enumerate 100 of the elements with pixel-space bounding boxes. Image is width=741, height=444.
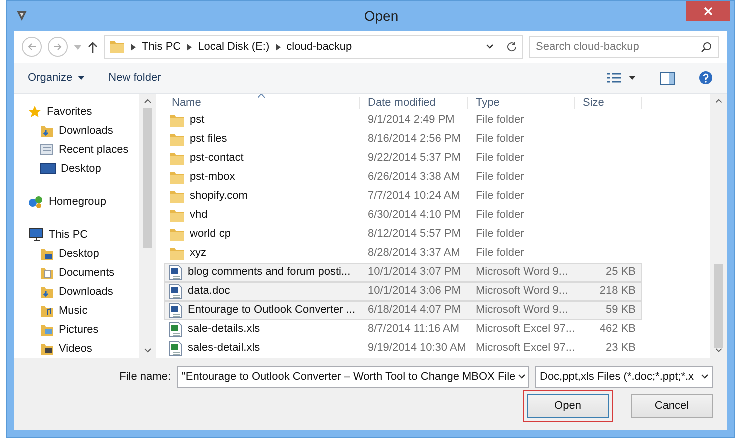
file-size-cell-text: 462 KB	[598, 322, 637, 337]
music-folder-icon	[40, 304, 54, 318]
breadcrumb[interactable]: Local Disk (E:)	[198, 41, 270, 53]
date-modified-cell-text: 8/28/2014 3:37 AM	[367, 246, 462, 261]
file-name: sales-detail.xls	[165, 340, 361, 357]
scrollbar[interactable]	[139, 94, 156, 358]
file-size-cell-text: 218 KB	[598, 284, 637, 299]
scrollbar[interactable]	[710, 94, 727, 358]
nav-item[interactable]: This PC	[28, 225, 139, 244]
document-file-icon	[169, 284, 183, 300]
file-row[interactable]: world cp 8/12/2014 5:57 PM File folder	[164, 225, 642, 244]
close-icon	[704, 6, 712, 16]
file-type-cell-text: File folder	[475, 170, 526, 185]
file-name-field[interactable]: "Entourage to Outlook Converter – Worth Tool to Change MBOX File	[177, 366, 529, 388]
nav-item[interactable]: Music	[28, 301, 139, 320]
file-type-cell-text: Microsoft Excel 97...	[475, 341, 576, 356]
file-name: xyz	[165, 245, 361, 262]
nav-item[interactable]: Homegroup	[28, 192, 139, 211]
scrollbar-thumb[interactable]	[143, 108, 152, 248]
caret-icon	[78, 76, 85, 80]
caret-icon	[74, 44, 82, 50]
document-file-icon	[169, 264, 183, 280]
refresh-icon[interactable]	[506, 41, 518, 53]
nav-item[interactable]: Downloads	[28, 282, 139, 301]
date-modified-cell-text: 6/30/2014 4:10 PM	[367, 208, 462, 223]
date-modified-cell-text: 10/1/2014 3:06 PM	[367, 284, 462, 299]
date-modified-cell-text: 7/7/2014 10:24 AM	[367, 189, 462, 204]
file-row[interactable]: sales-detail.xls 9/19/2014 10:30 AM Microsoft Excel 97... 23 KB	[164, 339, 642, 358]
scroll-up-icon[interactable]	[144, 98, 152, 104]
caret-icon	[629, 76, 636, 80]
scrollbar-thumb[interactable]	[714, 264, 723, 348]
date-modified-cell-text: 6/26/2014 3:38 AM	[367, 170, 462, 185]
chevron-down-icon	[701, 374, 709, 380]
date-modified-cell-text: 8/12/2014 5:57 PM	[367, 227, 462, 242]
file-row[interactable]: data.doc 10/1/2014 3:06 PM Microsoft Word 9... 218 KB	[164, 282, 642, 301]
file-type-cell-text: Microsoft Excel 97...	[475, 322, 576, 337]
preview-pane-icon	[660, 72, 675, 84]
close-button[interactable]	[686, 1, 730, 21]
preview-pane-button[interactable]	[660, 72, 675, 84]
file-name: data.doc	[165, 283, 361, 300]
file-row[interactable]: xyz 8/28/2014 3:37 AM File folder	[164, 244, 642, 263]
chevron-right-icon	[131, 44, 136, 50]
file-size-cell-text: 59 KB	[605, 303, 637, 318]
file-row[interactable]: Entourage to Outlook Converter ... 6/18/2014 4:07 PM Microsoft Word 9... 59 KB	[164, 301, 642, 320]
cancel-button[interactable]: Cancel	[631, 394, 713, 418]
nav-item[interactable]: Favorites	[28, 102, 139, 121]
folder-icon	[109, 40, 125, 54]
file-type-cell-text: File folder	[475, 113, 526, 128]
nav-item[interactable]: Desktop	[28, 159, 139, 178]
homegroup-icon	[28, 194, 44, 208]
chevron-down-icon	[518, 374, 526, 380]
breadcrumb[interactable]: cloud-backup	[286, 41, 352, 53]
search-field[interactable]: Search cloud-backup	[529, 36, 719, 58]
file-type-cell-text: File folder	[475, 208, 526, 223]
file-row[interactable]: pst files 8/16/2014 2:56 PM File folder	[164, 130, 642, 149]
file-row[interactable]: pst-mbox 6/26/2014 3:38 AM File folder	[164, 168, 642, 187]
chevron-right-icon	[187, 44, 192, 50]
computer-icon	[28, 228, 44, 242]
nav-item[interactable]: Documents	[28, 263, 139, 282]
arrow-up-icon	[88, 41, 98, 53]
nav-item[interactable]: Videos	[28, 339, 139, 358]
app-icon	[15, 9, 29, 23]
documents-folder-icon	[40, 266, 54, 280]
file-type-cell-text: Microsoft Word 9...	[475, 284, 570, 299]
folder-icon	[169, 208, 185, 222]
breadcrumb[interactable]: This PC	[142, 41, 182, 53]
help-button[interactable]	[699, 71, 713, 85]
scroll-down-icon[interactable]	[144, 348, 152, 354]
file-type-cell-text: File folder	[475, 227, 526, 242]
scroll-down-icon[interactable]	[714, 348, 722, 354]
date-modified-cell-text: 10/1/2014 3:07 PM	[367, 265, 462, 280]
column-header[interactable]: Date modified	[360, 96, 468, 108]
column-header[interactable]: Size	[575, 96, 642, 108]
address-bar[interactable]: This PC Local Disk (E:) cloud-backup	[104, 35, 523, 59]
organize-menu[interactable]: Organize	[28, 72, 85, 84]
nav-item[interactable]: Downloads	[28, 121, 139, 140]
file-type-dropdown[interactable]: Doc,ppt,xls Files (*.doc;*.ppt;*.x	[535, 366, 713, 388]
scroll-up-icon[interactable]	[714, 98, 722, 104]
column-header[interactable]: Type	[468, 96, 575, 108]
help-icon	[699, 71, 713, 85]
date-modified-cell-text: 8/7/2014 11:16 AM	[367, 322, 461, 337]
downloads-folder-icon	[40, 124, 54, 138]
file-row[interactable]: pst 9/1/2014 2:49 PM File folder	[164, 111, 642, 130]
file-row[interactable]: pst-contact 9/22/2014 5:37 PM File folder	[164, 149, 642, 168]
file-name: world cp	[165, 226, 361, 243]
up-button[interactable]	[88, 41, 98, 53]
file-type-cell-text: Microsoft Word 9...	[475, 303, 570, 318]
nav-item[interactable]: Desktop	[28, 244, 139, 263]
arrow-left-icon	[27, 43, 37, 51]
nav-item[interactable]: Pictures	[28, 320, 139, 339]
new-folder-button[interactable]: New folder	[108, 72, 162, 84]
chevron-down-icon	[486, 44, 494, 50]
file-row[interactable]: blog comments and forum posti... 10/1/2014 3:07 PM Microsoft Word 9... 25 KB	[164, 263, 642, 282]
file-row[interactable]: vhd 6/30/2014 4:10 PM File folder	[164, 206, 642, 225]
date-modified-cell-text: 9/19/2014 10:30 AM	[367, 341, 468, 356]
nav-item[interactable]: Recent places	[28, 140, 139, 159]
view-options-button[interactable]	[607, 72, 636, 84]
file-row[interactable]: sale-details.xls 8/7/2014 11:16 AM Microsoft Excel 97... 462 KB	[164, 320, 642, 339]
file-row[interactable]: shopify.com 7/7/2014 10:24 AM File folder	[164, 187, 642, 206]
column-header[interactable]: Name	[164, 96, 360, 108]
